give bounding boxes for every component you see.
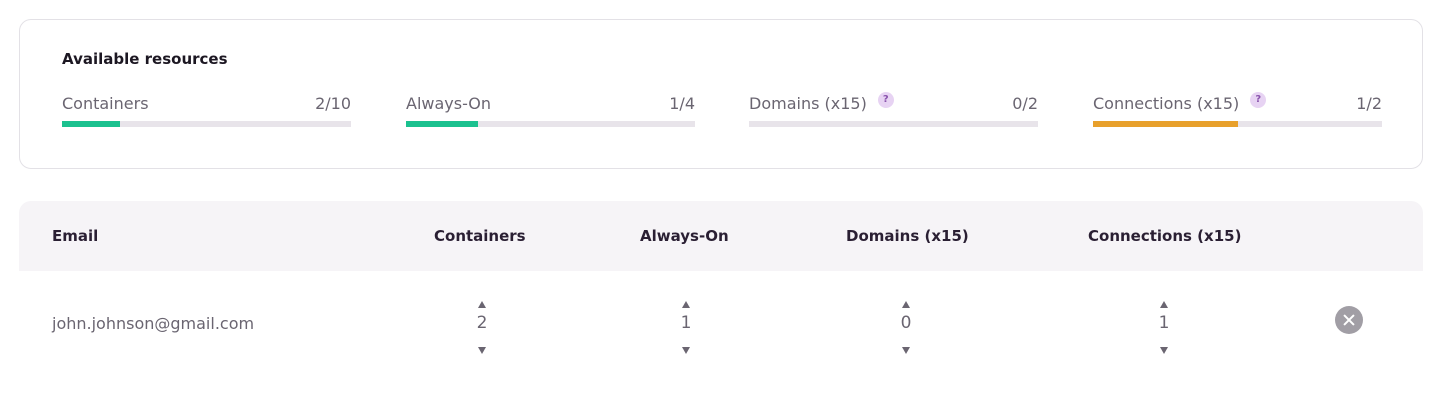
increment-arrow-icon[interactable] <box>682 301 690 308</box>
resource-connections: Connections (x15) ? 1/2 <box>1093 91 1382 134</box>
table-row: john.johnson@gmail.com 2 1 0 1 <box>19 271 1423 381</box>
table-header: Email Containers Always-On Domains (x15)… <box>19 201 1423 271</box>
connections-value[interactable]: 1 <box>1149 313 1179 333</box>
resource-domains: Domains (x15) ? 0/2 <box>749 91 1038 134</box>
resource-progress-fill <box>1093 121 1238 127</box>
resource-label: Always-On <box>406 94 492 113</box>
resource-progress-track <box>749 121 1038 127</box>
increment-arrow-icon[interactable] <box>478 301 486 308</box>
always-on-value[interactable]: 1 <box>671 313 701 333</box>
resource-label: Containers <box>62 94 149 113</box>
resource-value: 1/4 <box>669 94 695 113</box>
containers-stepper[interactable]: 2 <box>467 296 497 358</box>
resource-progress-track <box>62 121 351 127</box>
resource-progress-track <box>1093 121 1382 127</box>
containers-value[interactable]: 2 <box>467 313 497 333</box>
header-always-on: Always-On <box>640 227 729 245</box>
connections-stepper[interactable]: 1 <box>1149 296 1179 358</box>
domains-stepper[interactable]: 0 <box>891 296 921 358</box>
decrement-arrow-icon[interactable] <box>1160 347 1168 354</box>
resource-label: Domains (x15) ? <box>749 91 894 113</box>
resource-value: 1/2 <box>1356 94 1382 113</box>
resource-label: Connections (x15) ? <box>1093 91 1267 113</box>
resource-always-on: Always-On 1/4 <box>406 94 695 134</box>
header-email: Email <box>52 227 99 245</box>
user-email: john.johnson@gmail.com <box>52 314 255 333</box>
header-connections: Connections (x15) <box>1088 227 1242 245</box>
increment-arrow-icon[interactable] <box>902 301 910 308</box>
resource-progress-fill <box>406 121 479 127</box>
decrement-arrow-icon[interactable] <box>682 347 690 354</box>
question-icon[interactable]: ? <box>1250 91 1267 108</box>
question-icon[interactable]: ? <box>877 91 894 108</box>
decrement-arrow-icon[interactable] <box>478 347 486 354</box>
resource-value: 2/10 <box>315 94 351 113</box>
always-on-stepper[interactable]: 1 <box>671 296 701 358</box>
resource-value: 0/2 <box>1012 94 1038 113</box>
resource-progress-fill <box>62 121 120 127</box>
decrement-arrow-icon[interactable] <box>902 347 910 354</box>
resources-title: Available resources <box>62 50 228 68</box>
resource-containers: Containers 2/10 <box>62 94 351 134</box>
close-icon[interactable] <box>1335 306 1363 334</box>
increment-arrow-icon[interactable] <box>1160 301 1168 308</box>
header-domains: Domains (x15) <box>846 227 969 245</box>
domains-value[interactable]: 0 <box>891 313 921 333</box>
resource-progress-track <box>406 121 695 127</box>
header-containers: Containers <box>434 227 526 245</box>
available-resources-card: Available resources Containers 2/10 Alwa… <box>19 19 1423 169</box>
